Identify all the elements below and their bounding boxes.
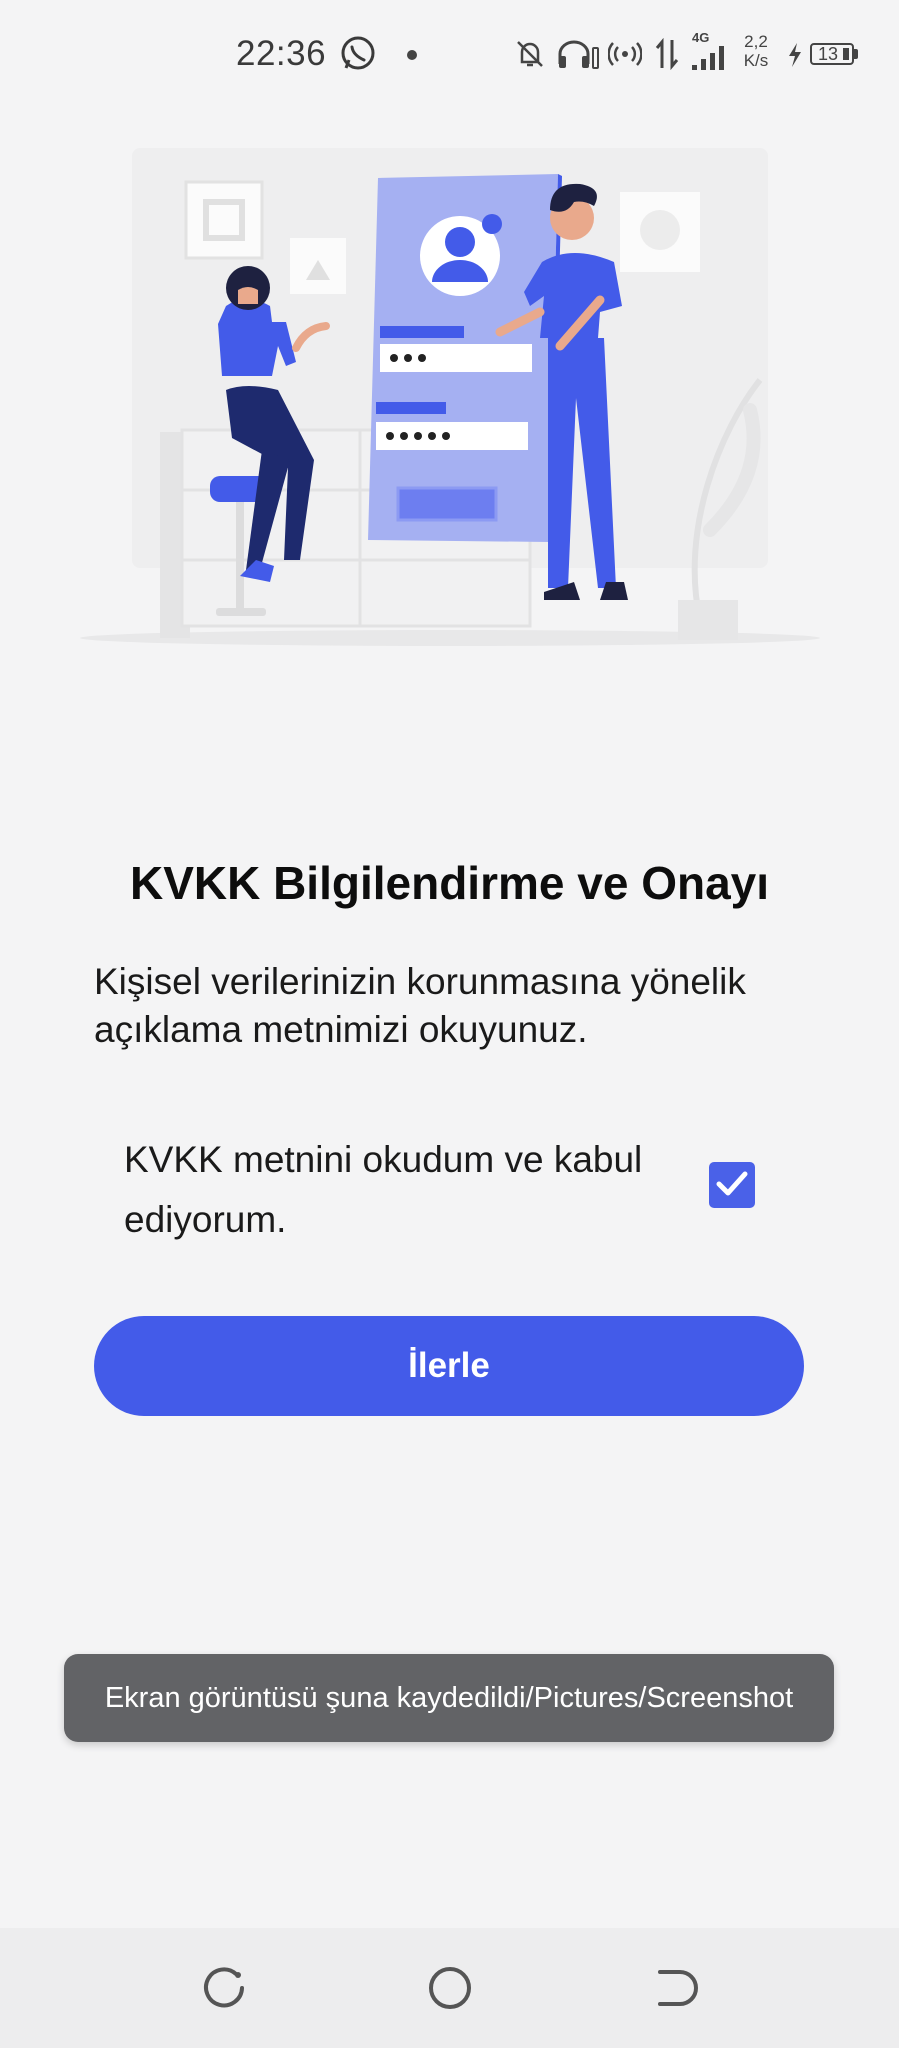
- navigation-bar: [0, 1928, 899, 2048]
- check-icon: [716, 1171, 748, 1196]
- network-type: 4G: [692, 30, 710, 45]
- dot-icon: [407, 50, 417, 60]
- consent-label: KVKK metnini okudum ve kabul ediyorum.: [124, 1139, 643, 1240]
- charging-icon: [789, 43, 801, 67]
- home-icon[interactable]: [420, 1958, 480, 2018]
- consent-row[interactable]: KVKK metnini okudum ve kabul ediyorum.: [94, 1130, 814, 1250]
- battery-icon: 13: [810, 43, 854, 65]
- next-button[interactable]: İlerle: [94, 1316, 804, 1416]
- headphones-icon: [558, 40, 599, 69]
- network-speed: 2,2 K/s: [743, 32, 769, 70]
- page-description: Kişisel verilerinizin korunmasına yöneli…: [94, 961, 746, 1050]
- whatsapp-icon: [341, 36, 375, 70]
- battery-tip: [854, 49, 858, 59]
- toast-message: Ekran görüntüsü şuna kaydedildi/Pictures…: [104, 1681, 794, 1714]
- status-bar: 22:36 4G 2,2 K/s 13: [0, 0, 899, 110]
- consent-checkbox[interactable]: [709, 1162, 755, 1208]
- data-arrows-icon: [655, 38, 679, 70]
- status-time: 22:36: [236, 34, 327, 73]
- bell-off-icon: [517, 41, 543, 67]
- signal-icon: [692, 46, 724, 70]
- page-title: KVKK Bilgilendirme ve Onayı: [129, 857, 770, 909]
- recents-icon[interactable]: [194, 1958, 254, 2018]
- hotspot-icon: [608, 42, 642, 66]
- login-illustration: [80, 148, 820, 646]
- screenshot-toast: Ekran görüntüsü şuna kaydedildi/Pictures…: [64, 1654, 834, 1742]
- back-icon[interactable]: [646, 1958, 706, 2018]
